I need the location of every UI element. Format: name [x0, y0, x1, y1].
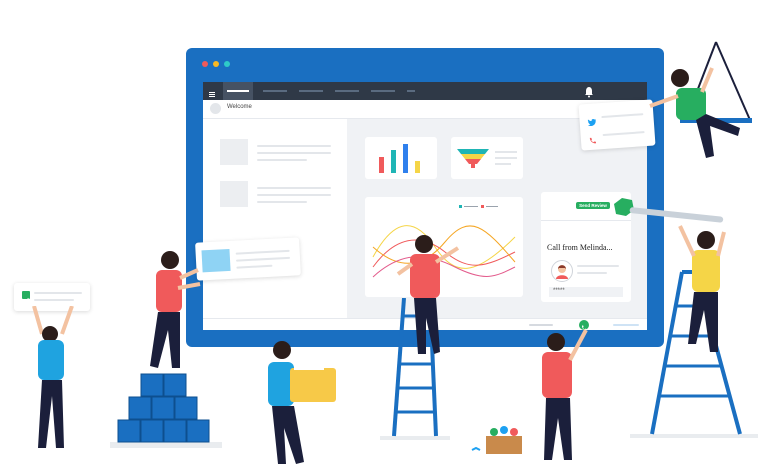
stacked-boxes-illustration [110, 373, 222, 448]
avatar[interactable] [210, 103, 221, 114]
list-item-thumbnail [220, 139, 248, 165]
chart-bar [379, 157, 384, 173]
list-item-line [257, 201, 307, 203]
hamburger-menu-icon[interactable] [207, 86, 217, 97]
call-masked-number: ***** [553, 288, 565, 294]
send-review-button[interactable]: Send Review [576, 202, 610, 209]
left-pane [203, 119, 347, 319]
chart-bar [415, 161, 420, 173]
bell-icon[interactable] [584, 85, 594, 98]
list-item-line [257, 194, 331, 196]
list-item-line [257, 159, 307, 161]
twitter-icon [471, 446, 481, 451]
nav-item[interactable] [299, 90, 323, 92]
card-line [236, 264, 273, 269]
twitter-icon [587, 113, 597, 132]
app-topbar [203, 82, 647, 100]
call-detail-line [577, 272, 607, 274]
nav-item[interactable] [371, 90, 395, 92]
list-item-line [257, 152, 331, 154]
chart-bar [391, 150, 396, 173]
person-wrench-illustration [678, 225, 726, 352]
window-dot-red [202, 61, 208, 67]
call-number-field[interactable]: ***** [549, 287, 623, 297]
card-line [34, 292, 82, 294]
welcome-text: Welcome [227, 104, 252, 110]
caller-avatar [551, 260, 573, 282]
nav-item-active[interactable] [223, 82, 253, 100]
person-pointing-illustration [542, 329, 588, 460]
image-card [195, 237, 301, 281]
checkbox-icon[interactable] [22, 291, 30, 303]
card-line [601, 113, 644, 119]
person-folder-illustration [268, 341, 336, 464]
person-checklist-illustration [32, 306, 74, 448]
social-card [578, 99, 656, 151]
nav-item[interactable] [335, 90, 359, 92]
person-swing-illustration [649, 41, 752, 158]
call-title: Call from Melinda... [547, 243, 613, 252]
list-item-line [257, 187, 331, 189]
nav-item[interactable] [263, 90, 287, 92]
window-dot-green [224, 61, 230, 67]
card-line [34, 299, 74, 301]
phone-icon [588, 131, 597, 150]
funnel-chart-widget[interactable] [451, 137, 523, 179]
bar-chart-widget[interactable] [365, 137, 437, 179]
chart-bar [403, 144, 408, 173]
list-item-thumbnail [220, 181, 248, 207]
window-dot-yellow [213, 61, 219, 67]
social-box-illustration [471, 426, 522, 454]
card-line [236, 256, 291, 262]
call-detail-line [577, 265, 619, 267]
nav-more[interactable] [407, 90, 415, 92]
person-drawing-illustration [396, 235, 460, 354]
person-image-card-illustration [150, 251, 201, 368]
card-line [602, 131, 645, 137]
card-line [235, 249, 290, 255]
list-item-line [257, 145, 331, 147]
